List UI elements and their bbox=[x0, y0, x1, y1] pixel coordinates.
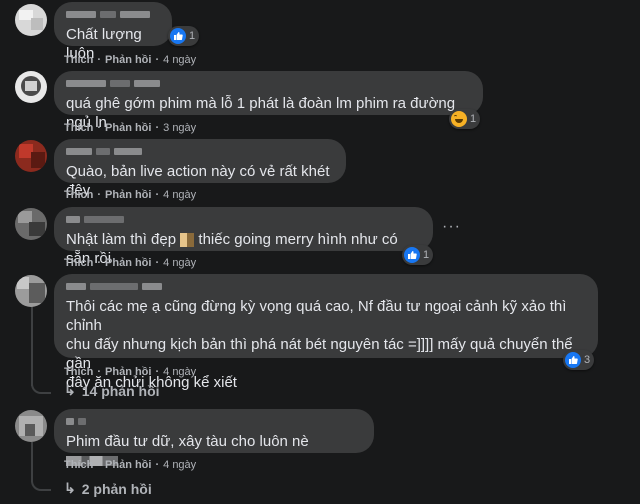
view-replies-link[interactable]: ↳ 14 phản hồi bbox=[64, 382, 160, 399]
like-link[interactable]: Thích bbox=[64, 122, 93, 134]
comment-bubble: Chất lượng luôn bbox=[54, 2, 172, 62]
commenter-name-blurred[interactable] bbox=[66, 146, 334, 158]
timestamp[interactable]: 4 ngày bbox=[163, 257, 196, 269]
commenter-name-blurred[interactable] bbox=[66, 78, 471, 90]
avatar[interactable] bbox=[15, 410, 47, 442]
reaction-count[interactable]: 1 bbox=[449, 109, 481, 129]
like-link[interactable]: Thích bbox=[64, 54, 93, 66]
like-link[interactable]: Thích bbox=[64, 459, 93, 471]
comment-bubble: Thôi các mẹ ạ cũng đừng kỳ vọng quá cao,… bbox=[54, 274, 598, 391]
reaction-count[interactable]: 1 bbox=[168, 26, 200, 46]
timestamp[interactable]: 4 ngày bbox=[163, 189, 196, 201]
thread-line bbox=[31, 306, 33, 386]
reaction-count[interactable]: 1 bbox=[402, 245, 434, 265]
timestamp[interactable]: 4 ngày bbox=[163, 54, 196, 66]
like-link[interactable]: Thích bbox=[64, 366, 93, 378]
comment-actions: Thích · Phản hồi · 4 ngày bbox=[64, 54, 197, 66]
comment-actions: Thích · Phản hồi · 4 ngày bbox=[64, 257, 197, 269]
avatar[interactable] bbox=[15, 140, 47, 172]
avatar[interactable] bbox=[15, 275, 47, 307]
like-thumb-icon bbox=[565, 352, 581, 368]
comment-actions: Thích · Phản hồi · 4 ngày bbox=[64, 459, 197, 471]
avatar[interactable] bbox=[15, 71, 47, 103]
reply-link[interactable]: Phản hồi bbox=[105, 54, 151, 66]
commenter-name-blurred[interactable] bbox=[66, 281, 586, 293]
like-link[interactable]: Thích bbox=[64, 257, 93, 269]
timestamp[interactable]: 3 ngày bbox=[163, 122, 196, 134]
like-thumb-icon bbox=[170, 28, 186, 44]
reply-link[interactable]: Phản hồi bbox=[105, 366, 151, 378]
thread-line bbox=[31, 442, 33, 482]
reply-arrow-icon: ↳ bbox=[64, 480, 76, 496]
reply-link[interactable]: Phản hồi bbox=[105, 189, 151, 201]
commenter-name-blurred[interactable] bbox=[66, 9, 160, 21]
timestamp[interactable]: 4 ngày bbox=[163, 459, 196, 471]
thread-elbow bbox=[31, 380, 51, 394]
commenter-name-blurred[interactable] bbox=[66, 416, 362, 428]
avatar[interactable] bbox=[15, 208, 47, 240]
reply-link[interactable]: Phản hồi bbox=[105, 459, 151, 471]
like-thumb-icon bbox=[404, 247, 420, 263]
comment-bubble: Phim đầu tư dữ, xây tàu cho luôn nè bbox=[54, 409, 374, 467]
reply-link[interactable]: Phản hồi bbox=[105, 122, 151, 134]
more-options-icon[interactable]: ··· bbox=[442, 218, 461, 236]
avatar[interactable] bbox=[15, 4, 47, 36]
comment-actions: Thích · Phản hồi · 4 ngày bbox=[64, 189, 197, 201]
haha-emoji-icon bbox=[451, 111, 467, 127]
reply-arrow-icon: ↳ bbox=[64, 382, 76, 398]
comment-actions: Thích · Phản hồi · 4 ngày bbox=[64, 366, 197, 378]
comment-bubble: quá ghê gớm phim mà lỗ 1 phát là đoàn lm… bbox=[54, 71, 483, 131]
like-link[interactable]: Thích bbox=[64, 189, 93, 201]
comment-bubble: Quào, bản live action này có vẻ rất khét… bbox=[54, 139, 346, 199]
view-replies-link[interactable]: ↳ 2 phản hồi bbox=[64, 480, 152, 497]
thread-elbow bbox=[31, 477, 51, 491]
comment-actions: Thích · Phản hồi · 3 ngày bbox=[64, 122, 197, 134]
commenter-name-blurred[interactable] bbox=[66, 214, 421, 226]
blurred-emoji bbox=[180, 233, 195, 248]
reply-link[interactable]: Phản hồi bbox=[105, 257, 151, 269]
comment-bubble: Nhật làm thì đẹp thiếc going merry hình … bbox=[54, 207, 433, 267]
reaction-count[interactable]: 3 bbox=[563, 350, 595, 370]
timestamp[interactable]: 4 ngày bbox=[163, 366, 196, 378]
